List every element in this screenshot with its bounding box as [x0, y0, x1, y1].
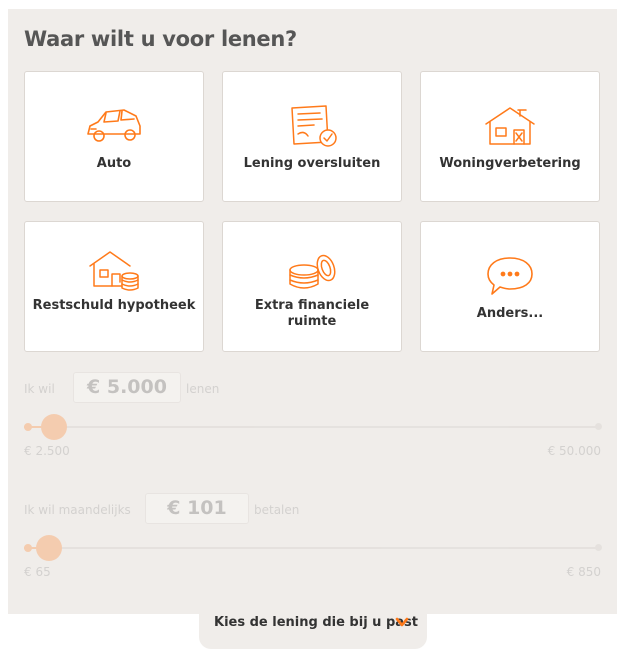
option-label: Woningverbetering — [439, 156, 581, 171]
loan-max-label: € 50.000 — [547, 444, 601, 458]
monthly-slider-track[interactable] — [24, 547, 601, 549]
option-label: Restschuld hypotheek — [32, 298, 196, 313]
option-label: Lening oversluiten — [243, 156, 381, 171]
loan-amount-input[interactable]: € 5.000 — [73, 372, 181, 403]
loan-suffix: lenen — [186, 382, 220, 396]
loan-purpose-panel: Waar wilt u voor lenen? Auto Lening over… — [8, 9, 617, 614]
monthly-slider-max-dot — [595, 544, 602, 551]
contract-check-icon — [291, 105, 337, 147]
chevron-down-icon — [395, 617, 409, 627]
option-card-lening-oversluiten[interactable]: Lening oversluiten — [222, 71, 402, 202]
option-label: Anders... — [476, 306, 544, 321]
option-card-woningverbetering[interactable]: Woningverbetering — [420, 71, 600, 202]
loan-prefix: Ik wil — [24, 382, 55, 396]
loan-slider-min-dot — [24, 423, 32, 431]
page-title: Waar wilt u voor lenen? — [24, 27, 297, 51]
monthly-prefix: Ik wil maandelijks — [24, 503, 131, 517]
monthly-amount-input[interactable]: € 101 — [145, 493, 249, 524]
loan-slider-thumb[interactable] — [41, 414, 67, 440]
monthly-slider-thumb[interactable] — [36, 535, 62, 561]
option-card-restschuld-hypotheek[interactable]: Restschuld hypotheek — [24, 221, 204, 352]
monthly-max-label: € 850 — [566, 565, 601, 579]
loan-min-label: € 2.500 — [24, 444, 70, 458]
option-label: Extra financiele ruimte — [254, 298, 370, 329]
option-label: Auto — [96, 156, 132, 171]
option-card-anders[interactable]: Anders... — [420, 221, 600, 352]
coins-stack-icon — [289, 254, 336, 289]
car-icon — [87, 109, 141, 142]
monthly-min-label: € 65 — [24, 565, 51, 579]
choose-loan-button[interactable]: Kies de lening die bij u past — [199, 605, 427, 649]
option-card-extra-financiele-ruimte[interactable]: Extra financiele ruimte — [222, 221, 402, 352]
house-coins-icon — [89, 251, 139, 291]
house-repair-icon — [485, 107, 535, 145]
monthly-slider-min-dot — [24, 544, 32, 552]
monthly-suffix: betalen — [254, 503, 300, 517]
option-card-auto[interactable]: Auto — [24, 71, 204, 202]
speech-bubble-icon — [487, 257, 533, 295]
loan-slider-track[interactable] — [24, 426, 601, 428]
loan-slider-max-dot — [595, 423, 602, 430]
choose-loan-label: Kies de lening die bij u past — [214, 615, 418, 630]
